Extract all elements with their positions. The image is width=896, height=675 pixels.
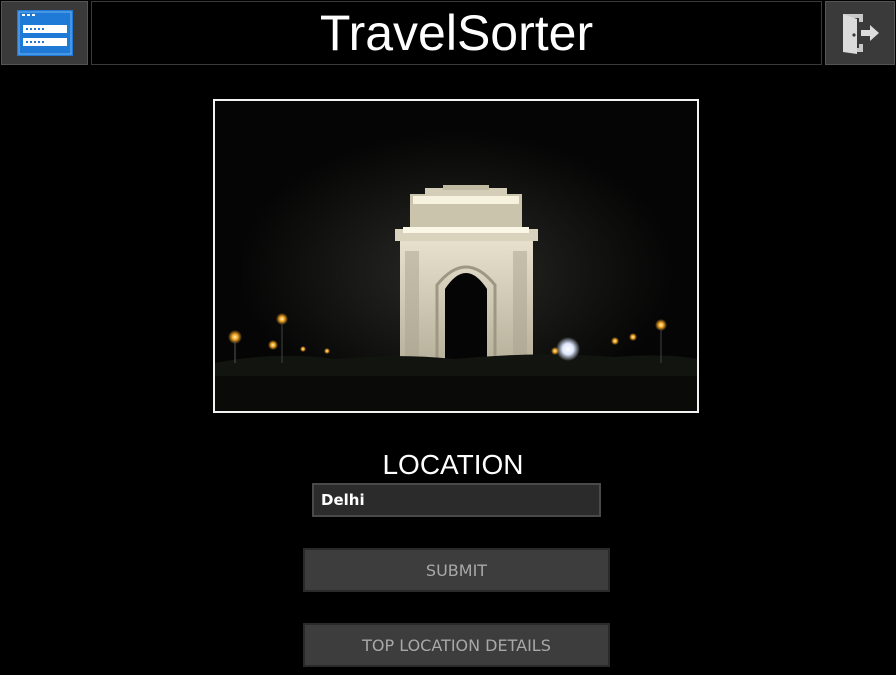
location-input[interactable] [312,483,601,517]
location-label: LOCATION [382,449,524,480]
exit-door-icon [843,14,879,54]
menu-button[interactable] [1,1,88,65]
header-bar: TravelSorter [0,0,896,67]
submit-button[interactable]: SUBMIT [303,548,610,592]
login-form-icon [16,10,73,56]
app-title: TravelSorter [319,5,594,61]
location-photo [213,99,699,413]
top-location-details-button[interactable]: TOP LOCATION DETAILS [303,623,610,667]
india-gate-image [215,101,697,411]
title-bar: TravelSorter [91,1,822,65]
travelsorter-window: TravelSorter LOCATION Delhi SUBMIT TOP L… [0,0,896,675]
exit-button[interactable] [825,1,895,65]
